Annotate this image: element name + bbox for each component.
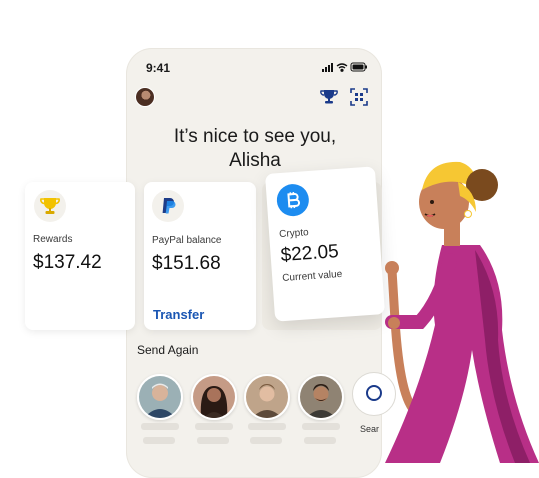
- contact-sub-placeholder-4: [304, 437, 336, 444]
- greeting-line-1: It’s nice to see you,: [173, 126, 337, 147]
- qr-scan-icon[interactable]: [348, 86, 370, 108]
- bitcoin-icon-circle: [275, 183, 310, 218]
- crypto-amount: $22.05: [279, 241, 340, 267]
- contact-name-placeholder-4: [302, 423, 340, 430]
- crypto-current-value-label: Current value: [281, 268, 343, 285]
- contact-photo-4: [300, 376, 342, 418]
- paypal-balance-amount: $151.68: [152, 253, 221, 274]
- contact-avatar-3[interactable]: [244, 374, 290, 420]
- contact-avatar-4[interactable]: [298, 374, 344, 420]
- contact-sub-placeholder-3: [250, 437, 282, 444]
- contact-photo-2: [193, 376, 235, 418]
- status-icons: [322, 62, 367, 72]
- paypal-logo-circle: [152, 190, 184, 222]
- contact-photo-1: [139, 376, 181, 418]
- search-label: Sear: [360, 424, 380, 434]
- battery-icon: [350, 62, 367, 72]
- contact-avatar-2[interactable]: [191, 374, 237, 420]
- rewards-amount: $137.42: [33, 252, 102, 273]
- rewards-label: Rewards: [33, 234, 73, 245]
- rewards-trophy-icon[interactable]: [318, 86, 340, 108]
- status-time: 9:41: [146, 61, 171, 75]
- contact-name-placeholder-3: [248, 423, 286, 430]
- contact-name-placeholder-1: [141, 423, 179, 430]
- rewards-card[interactable]: Rewards $137.42: [25, 182, 135, 330]
- greeting: It’s nice to see you, Alisha: [145, 125, 365, 173]
- paypal-logo-icon: [162, 198, 176, 214]
- paypal-balance-label: PayPal balance: [152, 235, 222, 246]
- trophy-icon: [40, 198, 60, 214]
- contact-photo-3: [246, 376, 288, 418]
- signal-icon: [322, 63, 333, 72]
- woman-illustration: [385, 161, 539, 463]
- profile-avatar[interactable]: [135, 87, 155, 107]
- wifi-icon: [336, 63, 348, 72]
- trophy-icon-circle: [34, 190, 66, 222]
- contact-avatar-1[interactable]: [137, 374, 183, 420]
- bitcoin-icon: [287, 192, 301, 209]
- contact-sub-placeholder-1: [143, 437, 175, 444]
- contact-name-placeholder-2: [195, 423, 233, 430]
- contact-sub-placeholder-2: [197, 437, 229, 444]
- transfer-button[interactable]: Transfer: [153, 307, 204, 322]
- crypto-card[interactable]: Crypto $22.05 Current value: [264, 166, 386, 322]
- send-again-title: Send Again: [137, 343, 199, 357]
- crypto-label: Crypto: [278, 227, 310, 241]
